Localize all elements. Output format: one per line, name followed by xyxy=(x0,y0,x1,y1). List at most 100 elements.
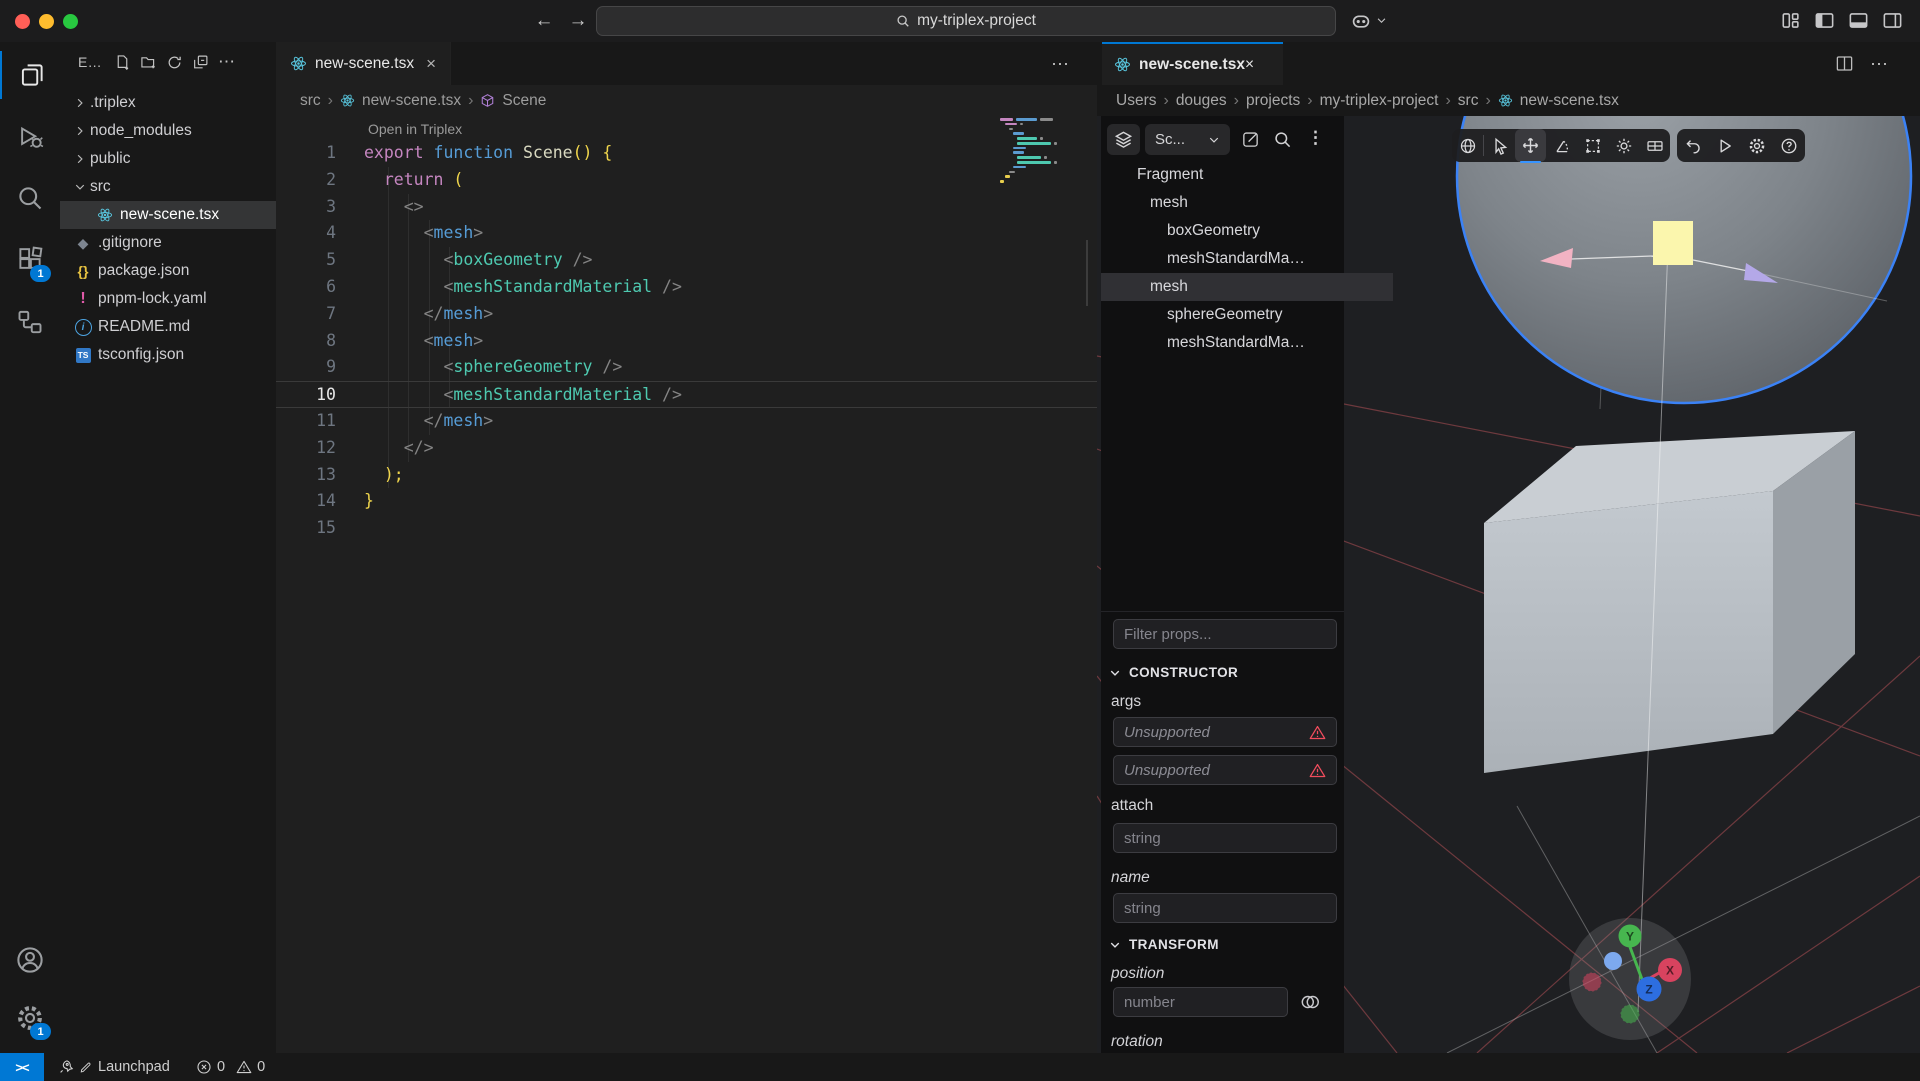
code-line[interactable]: 2 return ( xyxy=(276,167,1097,194)
line-number[interactable]: 13 xyxy=(276,462,364,489)
scene-tree-item-mesh-standard-material-1[interactable]: meshStandardMa… xyxy=(1101,245,1410,273)
line-number[interactable]: 9 xyxy=(276,354,364,381)
close-icon[interactable]: × xyxy=(426,54,436,74)
breadcrumb-item[interactable]: projects xyxy=(1246,92,1300,110)
breadcrumb-item[interactable]: my-triplex-project xyxy=(1320,92,1439,110)
line-number[interactable]: 8 xyxy=(276,328,364,355)
transform-section-header[interactable]: TRANSFORM xyxy=(1109,937,1219,952)
code-line-current[interactable]: 10 <meshStandardMaterial /> xyxy=(276,381,1097,408)
code-line[interactable]: 12 </> xyxy=(276,435,1097,462)
close-icon[interactable]: × xyxy=(1245,56,1254,74)
line-number[interactable]: 4 xyxy=(276,220,364,247)
code-line[interactable]: 14} xyxy=(276,488,1097,515)
line-number[interactable]: 10 xyxy=(276,382,364,407)
scene-more-icon[interactable]: ⋮ xyxy=(1307,128,1324,148)
position-input[interactable] xyxy=(1113,987,1288,1017)
minimize-window-button[interactable] xyxy=(39,14,54,29)
undo-icon[interactable] xyxy=(1677,129,1709,162)
scene-tree-item-mesh-1[interactable]: mesh xyxy=(1101,189,1393,217)
sidebar-item-run-debug[interactable] xyxy=(0,113,60,161)
code-editor[interactable]: 1export function Scene() { 2 return ( 3 … xyxy=(276,140,1097,542)
code-line[interactable]: 7 </mesh> xyxy=(276,301,1097,328)
navigate-back-button[interactable]: ← xyxy=(530,8,558,34)
scene-select[interactable]: Sc... xyxy=(1145,124,1230,155)
chevron-down-icon[interactable] xyxy=(1376,15,1387,26)
close-window-button[interactable] xyxy=(15,14,30,29)
name-input[interactable] xyxy=(1113,893,1337,923)
settings-icon[interactable] xyxy=(1741,129,1773,162)
args-field-1[interactable]: Unsupported xyxy=(1113,717,1337,747)
layers-button[interactable] xyxy=(1107,124,1140,155)
problems-button[interactable]: 0 0 xyxy=(196,1053,265,1081)
breadcrumb-item[interactable]: douges xyxy=(1176,92,1227,110)
tab-new-scene-triplex[interactable]: new-scene.tsx × xyxy=(1102,42,1283,85)
code-line[interactable]: 5 <boxGeometry /> xyxy=(276,247,1097,274)
file-row-gitignore[interactable]: ◆ .gitignore xyxy=(60,229,276,257)
rotate-tool-button[interactable] xyxy=(1546,129,1577,162)
open-in-triplex-codelens[interactable]: Open in Triplex xyxy=(368,121,462,137)
toggle-primary-sidebar-icon[interactable] xyxy=(1814,10,1835,31)
grid-split-tool-button[interactable] xyxy=(1639,129,1670,162)
command-center[interactable]: my-triplex-project xyxy=(596,6,1336,36)
attach-input[interactable] xyxy=(1113,823,1337,853)
axis-negy-ball[interactable] xyxy=(1621,1005,1639,1023)
copilot-icon[interactable] xyxy=(1350,10,1372,32)
sidebar-item-search[interactable] xyxy=(0,174,60,222)
args-field-2[interactable]: Unsupported xyxy=(1113,755,1337,785)
edit-scene-icon[interactable] xyxy=(1241,130,1260,149)
file-row-pnpm-lock[interactable]: ! pnpm-lock.yaml xyxy=(60,285,276,313)
launchpad-button[interactable]: Launchpad xyxy=(58,1053,170,1081)
code-line[interactable]: 6 <meshStandardMaterial /> xyxy=(276,274,1097,301)
customize-layout-icon[interactable] xyxy=(1780,10,1801,31)
scrollbar-decoration[interactable] xyxy=(1086,240,1088,306)
code-line[interactable]: 13 ); xyxy=(276,462,1097,489)
light-tool-button[interactable] xyxy=(1608,129,1639,162)
file-row-node-modules[interactable]: node_modules xyxy=(60,117,276,145)
play-icon[interactable] xyxy=(1709,129,1741,162)
scene-tree-item-mesh-standard-material-2[interactable]: meshStandardMa… xyxy=(1101,329,1410,357)
search-scene-icon[interactable] xyxy=(1273,130,1292,149)
code-line[interactable]: 3 <> xyxy=(276,194,1097,221)
file-row-public[interactable]: public xyxy=(60,145,276,173)
more-actions-icon[interactable]: ⋯ xyxy=(218,52,235,72)
line-number[interactable]: 11 xyxy=(276,408,364,435)
tab-new-scene[interactable]: new-scene.tsx × xyxy=(276,42,451,85)
axis-negx-ball[interactable] xyxy=(1583,973,1601,991)
remote-indicator[interactable]: >< xyxy=(0,1053,44,1081)
line-number[interactable]: 12 xyxy=(276,435,364,462)
scene-tree-item-sphere-geometry[interactable]: sphereGeometry xyxy=(1101,301,1410,329)
filter-props-input[interactable] xyxy=(1113,619,1337,649)
settings-button[interactable]: 1 xyxy=(0,994,60,1042)
file-row-triplex[interactable]: .triplex xyxy=(60,89,276,117)
line-number[interactable]: 3 xyxy=(276,194,364,221)
sidebar-item-hierarchy[interactable] xyxy=(0,298,60,346)
toggle-icon[interactable] xyxy=(1299,992,1321,1012)
editor-actions-more-icon[interactable]: ⋯ xyxy=(1051,54,1069,75)
navigate-forward-button[interactable]: → xyxy=(564,8,592,34)
toggle-secondary-sidebar-icon[interactable] xyxy=(1882,10,1903,31)
more-actions-icon[interactable]: ⋯ xyxy=(1870,54,1888,75)
select-tool-button[interactable] xyxy=(1484,129,1515,162)
breadcrumb-item[interactable]: Users xyxy=(1116,92,1156,110)
file-row-readme[interactable]: i README.md xyxy=(60,313,276,341)
breadcrumb-item[interactable]: new-scene.tsx xyxy=(362,92,461,110)
split-editor-icon[interactable] xyxy=(1835,54,1854,73)
move-tool-button[interactable] xyxy=(1515,129,1546,162)
scale-tool-button[interactable] xyxy=(1577,129,1608,162)
new-file-icon[interactable] xyxy=(114,54,131,71)
line-number[interactable]: 2 xyxy=(276,167,364,194)
code-line[interactable]: 11 </mesh> xyxy=(276,408,1097,435)
file-row-tsconfig[interactable]: TS tsconfig.json xyxy=(60,341,276,369)
constructor-section-header[interactable]: CONSTRUCTOR xyxy=(1109,665,1238,680)
line-number[interactable]: 7 xyxy=(276,301,364,328)
axis-negz-ball[interactable] xyxy=(1604,952,1622,970)
breadcrumb-item[interactable]: Scene xyxy=(502,92,546,110)
refresh-icon[interactable] xyxy=(166,54,183,71)
code-line[interactable]: 8 <mesh> xyxy=(276,328,1097,355)
zoom-window-button[interactable] xyxy=(63,14,78,29)
line-number[interactable]: 6 xyxy=(276,274,364,301)
scene-tree-item-box-geometry[interactable]: boxGeometry xyxy=(1101,217,1410,245)
sidebar-item-extensions[interactable]: 1 xyxy=(0,236,60,284)
line-number[interactable]: 14 xyxy=(276,488,364,515)
minimap[interactable] xyxy=(1000,118,1060,185)
